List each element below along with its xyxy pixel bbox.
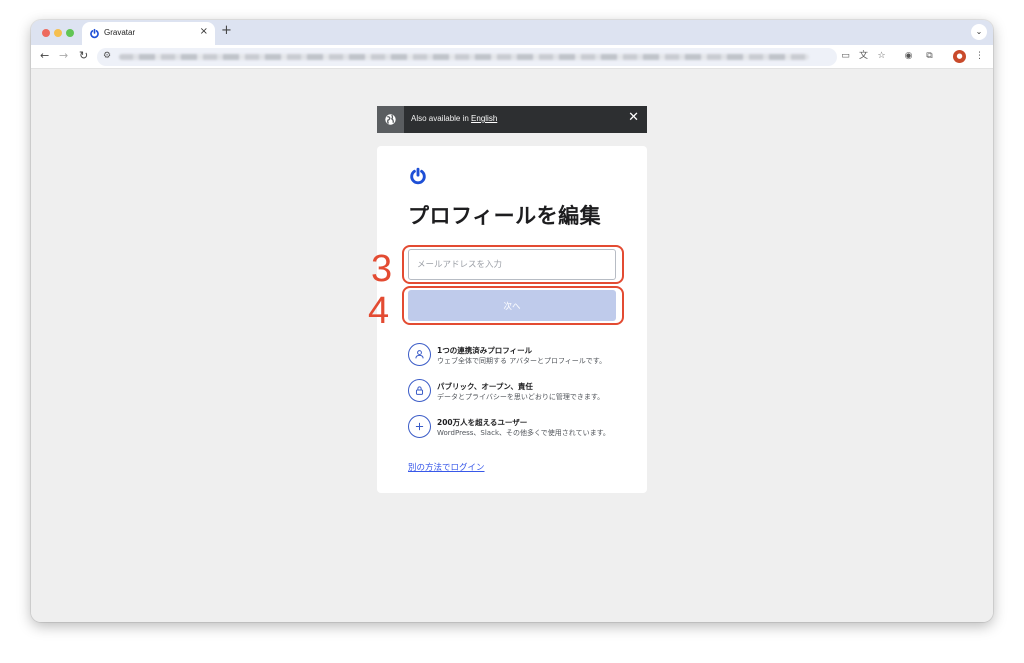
globe-icon	[377, 106, 404, 133]
feature-title: 1つの連携済みプロフィール	[437, 346, 533, 355]
annotation-box-next	[402, 286, 624, 325]
alternative-login-link[interactable]: 別の方法でログイン	[408, 461, 485, 473]
forward-icon[interactable]: →	[59, 49, 68, 63]
tab-gravatar[interactable]: Gravatar ×	[82, 22, 215, 45]
feature-title: パブリック、オープン、責任	[437, 382, 533, 391]
language-banner-prefix: Also available in	[411, 114, 472, 123]
maximize-window-button[interactable]	[66, 29, 74, 37]
close-banner-icon[interactable]: ✕	[628, 111, 639, 125]
install-icon[interactable]: ▭	[839, 50, 852, 63]
feature-item: パブリック、オープン、責任 データとプライバシーを思いどおりに管理できます。	[408, 379, 628, 415]
tab-strip: Gravatar × + ⌄	[31, 20, 993, 45]
new-tab-button[interactable]: +	[221, 24, 232, 38]
page-title: プロフィールを編集	[408, 204, 602, 228]
address-bar[interactable]: ⚙	[97, 48, 837, 66]
bookmark-star-icon[interactable]: ☆	[875, 50, 888, 63]
user-icon	[408, 343, 431, 366]
tab-search-icon[interactable]: ⌄	[971, 24, 987, 40]
extensions-icon[interactable]: ⧉	[923, 50, 936, 63]
feature-title: 200万人を超えるユーザー	[437, 418, 528, 427]
annotation-number-4: 4	[368, 290, 390, 332]
site-settings-icon[interactable]: ⚙	[103, 51, 111, 61]
plus-icon	[408, 415, 431, 438]
annotation-box-email	[402, 245, 624, 284]
gravatar-logo-icon	[410, 167, 426, 185]
translate-icon[interactable]: 文	[857, 50, 870, 63]
tab-title: Gravatar	[104, 28, 136, 37]
reload-icon[interactable]: ↻	[79, 49, 88, 63]
feature-item: 1つの連携済みプロフィール ウェブ全体で同期する アバターとプロフィールです。	[408, 343, 628, 379]
feature-description: データとプライバシーを思いどおりに管理できます。	[437, 393, 605, 401]
language-banner-text: Also available in English	[411, 114, 497, 123]
back-icon[interactable]: ←	[40, 49, 49, 63]
browser-toolbar: ← → ↻ ⚙ ▭ 文 ☆ ◉ ⧉ ● ⋮	[31, 45, 993, 69]
english-link[interactable]: English	[471, 114, 497, 123]
lock-icon	[408, 379, 431, 402]
feature-description: ウェブ全体で同期する アバターとプロフィールです。	[437, 357, 607, 365]
feature-list: 1つの連携済みプロフィール ウェブ全体で同期する アバターとプロフィールです。 …	[408, 343, 628, 451]
feature-item: 200万人を超えるユーザー WordPress、Slack、その他多くで使用され…	[408, 415, 628, 451]
annotation-number-3: 3	[371, 248, 393, 290]
gravatar-favicon-icon	[90, 28, 99, 39]
tab-close-icon[interactable]: ×	[200, 26, 208, 37]
profile-avatar-icon[interactable]: ●	[953, 50, 966, 63]
password-manager-icon[interactable]: ◉	[902, 50, 915, 63]
close-window-button[interactable]	[42, 29, 50, 37]
page-content: Also available in English ✕ プロフィールを編集 次へ	[31, 70, 993, 622]
blurred-url	[119, 54, 809, 60]
menu-icon[interactable]: ⋮	[973, 50, 986, 63]
language-banner: Also available in English ✕	[377, 106, 647, 133]
feature-description: WordPress、Slack、その他多くで使用されています。	[437, 429, 610, 437]
browser-window: Gravatar × + ⌄ ← → ↻ ⚙ ▭ 文 ☆ ◉ ⧉ ● ⋮ Als…	[31, 20, 993, 622]
minimize-window-button[interactable]	[54, 29, 62, 37]
